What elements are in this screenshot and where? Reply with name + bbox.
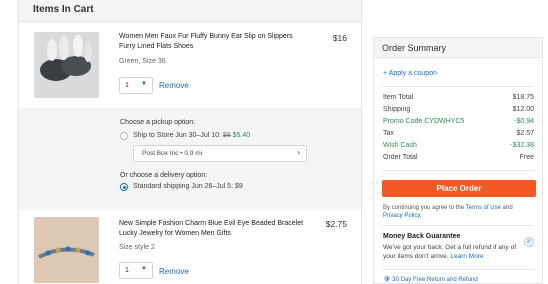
divider [382,86,534,87]
standard-shipping-radio[interactable] [120,183,128,191]
item-price: $16 [332,33,347,43]
row-value: -$0.94 [514,118,534,125]
chevron-right-icon: › [297,148,300,157]
delivery-label: Or choose a delivery option: [120,172,208,179]
divider [382,269,534,270]
order-summary-panel: Order Summary + Apply a coupon Item Tota… [373,37,543,284]
row-label: Wish Cash [383,142,417,149]
promo-code-row: Promo Code CYDWHYC5 -$0.94 [383,118,534,128]
money-back-title: Money Back Guarantee [383,233,461,240]
remove-button[interactable]: Remove [159,267,189,276]
shield-icon: ✓ [524,237,534,247]
divider [382,170,534,171]
tax-row: Tax $2.57 [383,130,534,140]
quantity-value: 1 [125,267,129,274]
product-image-slippers[interactable] [34,32,99,98]
row-label: Tax [383,130,394,137]
remove-button[interactable]: Remove [159,81,189,90]
discount-price: $5.40 [232,132,251,139]
wish-cash-row: Wish Cash -$32.38 [383,142,534,152]
item-price: $2.75 [325,219,347,229]
money-back-text: We've got your back. Get a full refund i… [383,243,525,261]
place-order-button[interactable]: Place Order [382,180,536,197]
pickup-label: Choose a pickup option: [120,119,196,126]
privacy-policy-link[interactable]: Privacy Policy. [383,213,422,219]
ship-to-store-option[interactable]: Ship to Store Jun 30–Jul 10: $9 $5.40 [133,132,250,139]
terms-text: By continuing you agree to the Terms of … [383,204,533,220]
cart-panel: Items In Cart Women Men Faux Fur Fluffy … [18,0,362,284]
quantity-value: 1 [125,82,129,89]
fulfillment-options: Choose a pickup option: Ship to Store Ju… [19,108,361,210]
quantity-select[interactable]: 1 ▼ [119,77,153,94]
return-text: 30 Day Free Return and Refund [392,277,478,283]
row-value: $12.00 [512,106,534,113]
product-image-bracelet[interactable] [34,217,99,283]
shipping-row: Shipping $12.00 [383,106,534,116]
row-value: Free [519,154,534,161]
row-label: Shipping [383,106,411,113]
item-title[interactable]: New Simple Fashion Charm Blue Evil Eye B… [119,219,309,239]
terms-prefix: By continuing you agree to the [383,205,465,211]
ship-to-store-text: Ship to Store Jun 30–Jul 10: [133,132,221,139]
chevron-down-icon: ▼ [141,266,147,272]
order-summary-header: Order Summary [374,38,542,58]
item-variant: Size style 2 [119,244,155,251]
apply-coupon-link[interactable]: + Apply a coupon [383,70,437,77]
item-title[interactable]: Women Men Faux Fur Fluffy Bunny Ear Slip… [119,32,309,52]
store-name: Post Box Inc • 0.9 mi [142,150,203,157]
row-value: -$32.38 [510,142,534,149]
row-label: Item Total [383,94,414,101]
old-price: $9 [222,132,231,139]
item-total-row: Item Total $18.75 [383,94,534,104]
store-selector[interactable]: Post Box Inc • 0.9 mi › [133,145,307,162]
standard-shipping-option[interactable]: Standard shipping Jun 26–Jul 5: $9 [133,183,243,190]
row-value: $18.75 [512,94,534,101]
chevron-down-icon: ▼ [141,81,147,87]
row-value: $2.57 [516,130,534,137]
row-label: Order Total [383,154,418,161]
divider [382,225,534,226]
quantity-select[interactable]: 1 ▼ [119,262,153,279]
item-variant: Green, Size 36 [119,58,166,65]
cart-header: Items In Cart [19,0,361,22]
terms-and: and [502,205,513,211]
return-policy[interactable]: 🛡 30 Day Free Return and Refund [383,276,478,283]
shield-icon: 🛡 [383,277,391,283]
ship-to-store-radio[interactable] [120,132,128,140]
terms-of-use-link[interactable]: Terms of Use [466,205,501,211]
learn-more-link[interactable]: Learn More [450,253,483,260]
order-total-row: Order Total Free [383,154,534,164]
row-label: Promo Code CYDWHYC5 [383,118,465,125]
